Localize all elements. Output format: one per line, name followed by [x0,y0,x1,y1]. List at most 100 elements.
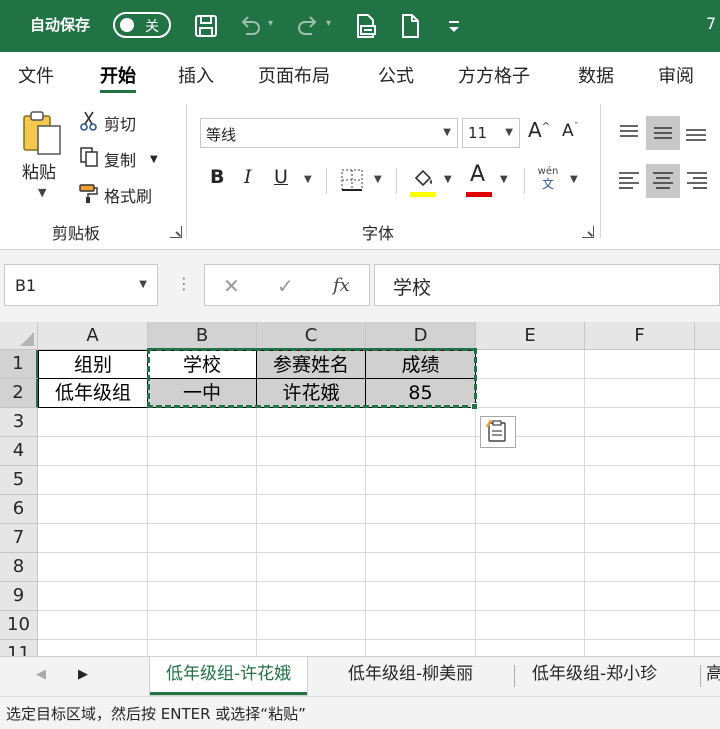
align-center-icon[interactable] [646,164,680,198]
autosave-toggle[interactable]: 关 [113,12,171,38]
fill-color-dropdown-icon[interactable]: ▼ [444,174,452,185]
name-box-value: B1 [15,276,37,295]
tab-formulas[interactable]: 公式 [378,62,414,88]
redo-dropdown-icon[interactable]: ▾ [326,18,331,29]
tab-data[interactable]: 数据 [578,62,614,88]
increase-font-size-button[interactable]: A^ [528,118,550,142]
insert-function-icon[interactable]: fx [333,275,350,296]
row-header-9[interactable]: 9 [0,582,38,611]
chevron-down-icon: ▼ [505,127,513,138]
enter-icon[interactable]: ✓ [277,274,294,298]
clipboard-group-label: 剪贴板 [52,224,101,243]
tab-file[interactable]: 文件 [18,62,54,88]
column-header-g[interactable] [695,322,720,350]
align-right-icon[interactable] [680,164,714,198]
decrease-font-size-button[interactable]: Aˇ [562,121,579,141]
title-bar: 自动保存 关 ▾ ▾ 7 [0,0,720,52]
sheet-tab-2[interactable]: 低年级组-柳美丽 [332,657,489,695]
scroll-tabs-left-icon[interactable]: ◀ [36,667,46,682]
divider [524,168,525,194]
cancel-icon[interactable]: ✕ [223,274,240,298]
column-header-b[interactable]: B [148,322,257,350]
column-header-c[interactable]: C [257,322,366,350]
paste-options-button[interactable] [480,416,516,448]
row-header-11[interactable]: 11 [0,640,38,656]
paste-button[interactable]: 粘贴 [22,158,56,183]
undo-dropdown-icon[interactable]: ▾ [268,18,273,29]
column-header-f[interactable]: F [585,322,695,350]
font-size-select[interactable]: 11 ▼ [462,118,520,148]
row-header-5[interactable]: 5 [0,466,38,495]
column-header-a[interactable]: A [38,322,148,350]
borders-icon[interactable] [340,168,364,196]
autosave-state: 关 [145,19,159,35]
tab-page-layout[interactable]: 页面布局 [258,62,330,88]
align-top-icon[interactable] [612,116,646,150]
clipboard-launcher-icon[interactable] [170,226,182,238]
new-file-icon[interactable] [396,12,424,40]
name-box[interactable]: B1 ▼ [4,264,158,306]
phonetic-guide-button[interactable]: wén 文 [536,166,560,190]
gridline [38,552,720,553]
row-header-10[interactable]: 10 [0,611,38,640]
fill-handle[interactable] [471,403,478,410]
underline-button[interactable]: U [274,166,288,188]
select-all-button[interactable] [0,322,38,350]
align-bottom-icon[interactable] [680,116,714,150]
undo-icon[interactable] [236,12,264,40]
sheet-tab-1[interactable]: 低年级组-许花娥 [150,657,308,695]
tab-review[interactable]: 审阅 [658,62,694,88]
paste-icon[interactable] [20,108,64,156]
align-middle-icon[interactable] [646,116,680,150]
gridline [38,523,720,524]
row-header-2[interactable]: 2 [0,379,38,408]
font-color-swatch [466,192,492,197]
drag-handle-icon[interactable]: ⋮ [176,274,192,293]
scroll-tabs-right-icon[interactable]: ▶ [78,667,88,682]
sheet-tab-3[interactable]: 低年级组-郑小珍 [516,657,673,695]
formula-value: 学校 [393,277,432,299]
phonetic-dropdown-icon[interactable]: ▼ [570,174,578,185]
format-painter-button[interactable]: 格式刷 [78,182,152,208]
tab-insert[interactable]: 插入 [178,62,214,88]
tab-home[interactable]: 开始 [100,62,136,88]
sheet-tab-4[interactable]: 高 [702,657,720,695]
paste-dropdown-icon[interactable]: ▼ [38,186,46,199]
font-color-button[interactable]: A [470,162,485,187]
worksheet-grid[interactable]: A B C D E F 1 2 3 4 5 6 7 8 9 10 11 组别 学… [0,322,720,656]
formula-input[interactable]: 学校 [374,264,720,306]
gridline [38,465,720,466]
tab-fangfang-gezi[interactable]: 方方格子 [458,62,530,88]
cut-button[interactable]: 剪切 [78,110,136,136]
row-header-4[interactable]: 4 [0,437,38,466]
font-name-select[interactable]: 等线 ▼ [200,118,458,148]
shrink-font-glyph: A [562,121,574,141]
row-header-6[interactable]: 6 [0,495,38,524]
italic-button[interactable]: I [244,166,252,188]
customize-qat-icon[interactable] [440,12,468,40]
row-header-7[interactable]: 7 [0,524,38,553]
chevron-down-icon: ▼ [443,127,451,138]
font-launcher-icon[interactable] [582,226,594,238]
row-header-3[interactable]: 3 [0,408,38,437]
column-header-e[interactable]: E [476,322,585,350]
cell-a2[interactable]: 低年级组 [38,379,148,408]
borders-dropdown-icon[interactable]: ▼ [374,174,382,185]
save-icon[interactable] [192,12,220,40]
status-bar: 选定目标区域，然后按 ENTER 或选择“粘贴” [0,696,720,729]
copy-button[interactable]: 复制 ▼ [78,146,158,172]
print-preview-icon[interactable] [352,12,380,40]
ribbon-tabs: 文件 开始 插入 页面布局 公式 方方格子 数据 审阅 [0,52,720,96]
row-header-8[interactable]: 8 [0,553,38,582]
row-header-1[interactable]: 1 [0,350,38,379]
cell-a1[interactable]: 组别 [38,350,148,379]
redo-icon[interactable] [294,12,322,40]
copy-label: 复制 [104,151,137,170]
underline-dropdown-icon[interactable]: ▼ [304,174,312,185]
copy-dropdown-icon[interactable]: ▼ [150,154,158,165]
font-color-dropdown-icon[interactable]: ▼ [500,174,508,185]
bold-button[interactable]: B [210,166,224,188]
align-left-icon[interactable] [612,164,646,198]
column-header-d[interactable]: D [366,322,476,350]
cut-label: 剪切 [104,115,137,134]
